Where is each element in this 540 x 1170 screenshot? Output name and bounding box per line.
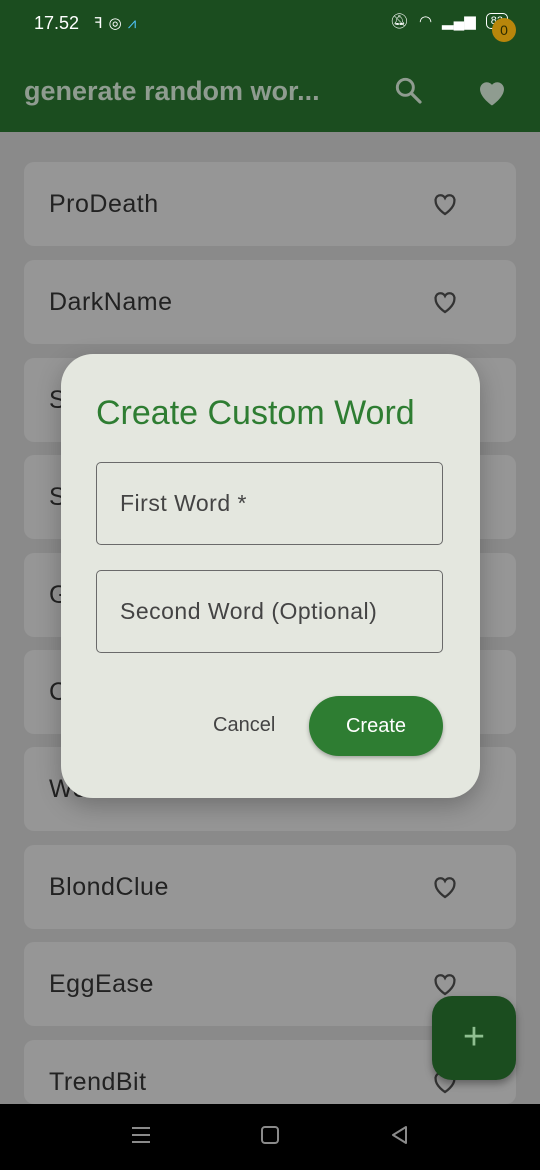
mute-icon: 🔕︎ — [389, 13, 409, 30]
second-word-placeholder: Second Word (Optional) — [120, 598, 378, 624]
system-nav-bar — [0, 1104, 540, 1170]
recent-apps-icon[interactable] — [130, 1124, 152, 1146]
back-icon[interactable] — [388, 1124, 410, 1146]
heart-outline-icon[interactable] — [429, 872, 461, 902]
second-word-input[interactable]: Second Word (Optional) — [96, 570, 443, 653]
add-word-fab[interactable]: + — [432, 996, 516, 1080]
status-bar: 17.52 ꟻ◎⩘ 🔕︎ ◠ ▂▄▆ 82 — [0, 0, 540, 48]
app-icon: ⩘ — [127, 15, 143, 32]
heart-outline-icon[interactable] — [429, 969, 461, 999]
heart-outline-icon[interactable] — [429, 189, 461, 219]
cancel-button[interactable]: Cancel — [213, 714, 275, 737]
signal-icon: ▂▄▆ — [442, 13, 476, 30]
list-item[interactable]: BlondClue — [24, 845, 516, 929]
word-label: BlondClue — [49, 873, 169, 901]
instagram-icon: ◎ — [108, 15, 128, 32]
app-bar: generate random wor... — [0, 48, 540, 132]
system-icons: 🔕︎ ◠ ▂▄▆ 82 — [390, 12, 508, 30]
word-label: EggEase — [49, 970, 154, 998]
favorites-heart-icon[interactable] — [474, 74, 510, 110]
create-button[interactable]: Create — [309, 696, 443, 756]
notification-icons: ꟻ◎⩘ — [94, 14, 142, 32]
wifi-icon: ◠ — [418, 13, 433, 30]
list-item[interactable]: DarkName — [24, 260, 516, 344]
list-item[interactable]: ProDeath — [24, 162, 516, 246]
create-word-dialog: Create Custom Word First Word * Second W… — [61, 354, 480, 798]
flash-icon: ꟻ — [94, 15, 109, 32]
word-label: ProDeath — [49, 190, 159, 218]
app-title: generate random wor... — [24, 76, 320, 106]
word-label: TrendBit — [49, 1068, 147, 1096]
search-icon[interactable] — [392, 74, 424, 106]
heart-outline-icon[interactable] — [429, 287, 461, 317]
status-time: 17.52 — [34, 13, 80, 33]
first-word-input[interactable]: First Word * — [96, 462, 443, 545]
home-icon[interactable] — [259, 1124, 281, 1146]
favorites-count-badge: 0 — [492, 18, 516, 42]
first-word-placeholder: First Word * — [120, 490, 247, 516]
word-label: DarkName — [49, 288, 173, 316]
dialog-title: Create Custom Word — [96, 394, 415, 432]
